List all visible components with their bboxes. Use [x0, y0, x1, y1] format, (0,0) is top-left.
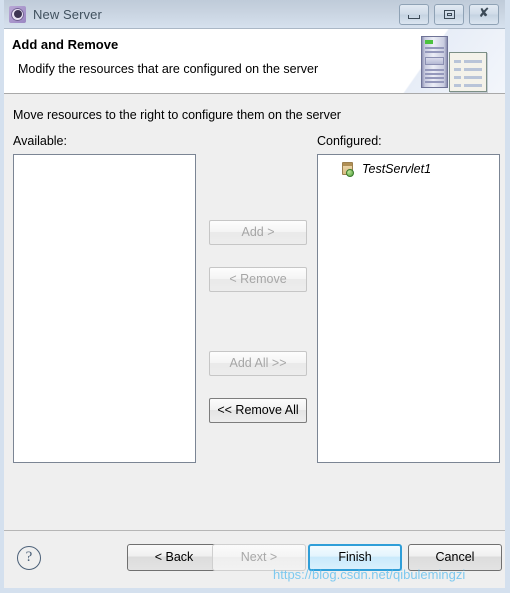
back-button[interactable]: < Back: [127, 544, 221, 571]
wizard-header: Add and Remove Modify the resources that…: [4, 29, 505, 94]
close-icon: ✘: [478, 6, 490, 21]
restore-button[interactable]: [434, 4, 464, 25]
available-resources-list[interactable]: [13, 154, 196, 463]
available-label: Available:: [13, 134, 67, 148]
question-mark-icon[interactable]: ?: [17, 546, 41, 570]
window-controls: ✘: [399, 4, 499, 25]
remove-button[interactable]: < Remove: [209, 267, 307, 292]
configured-label: Configured:: [317, 134, 382, 148]
cancel-button[interactable]: Cancel: [408, 544, 502, 571]
minimize-icon: [408, 15, 420, 19]
page-subtitle: Modify the resources that are configured…: [18, 62, 319, 76]
server-gear-icon: [9, 5, 26, 23]
minimize-button[interactable]: [399, 4, 429, 25]
wizard-footer: ? < Back Next > Finish Cancel: [4, 531, 505, 588]
new-server-wizard-window: New Server ✘ Add and Remove Modify the r…: [0, 0, 510, 593]
configured-resources-list[interactable]: TestServlet1: [317, 154, 500, 463]
window-title: New Server: [33, 6, 102, 22]
close-button[interactable]: ✘: [469, 4, 499, 25]
next-button[interactable]: Next >: [212, 544, 306, 571]
web-module-icon: [340, 161, 355, 177]
finish-button[interactable]: Finish: [308, 544, 402, 571]
list-item-label: TestServlet1: [362, 162, 432, 176]
instruction-text: Move resources to the right to configure…: [13, 108, 341, 122]
add-all-button[interactable]: Add All >>: [209, 351, 307, 376]
list-item[interactable]: TestServlet1: [318, 159, 499, 179]
server-and-document-icon: [407, 34, 493, 92]
window-titlebar: New Server ✘: [4, 0, 505, 29]
add-button[interactable]: Add >: [209, 220, 307, 245]
page-title: Add and Remove: [12, 37, 119, 52]
restore-icon: [444, 10, 455, 19]
wizard-body: Move resources to the right to configure…: [4, 94, 505, 531]
remove-all-button[interactable]: << Remove All: [209, 398, 307, 423]
